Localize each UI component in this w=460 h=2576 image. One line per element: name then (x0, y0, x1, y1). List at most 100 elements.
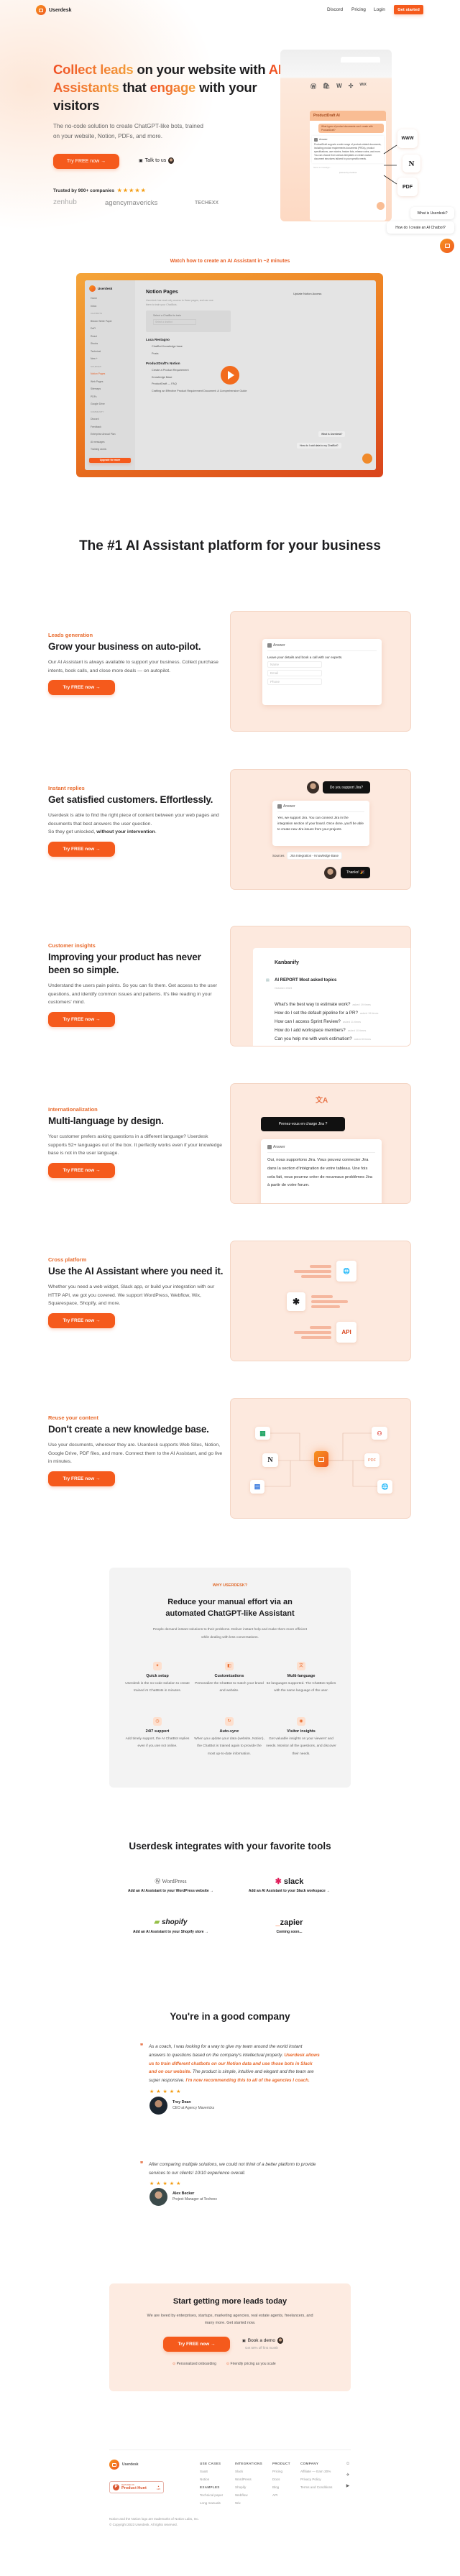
footer-link[interactable]: Pricing (272, 2467, 290, 2475)
try-free-button[interactable]: Try FREE now → (48, 680, 115, 695)
footer-link[interactable]: Docs (272, 2475, 290, 2483)
footer-link[interactable]: Slack (235, 2467, 262, 2475)
bot-icon (267, 643, 272, 648)
book-demo-link[interactable]: ▣ Book a demo (242, 2337, 284, 2344)
calendar-icon: ▣ (242, 2338, 246, 2343)
logo-techexx: TECHEXX (195, 201, 219, 206)
founder-avatar (277, 2337, 284, 2344)
source-chip[interactable]: Jira Integration - Knowledge Base (286, 852, 343, 860)
footer-link[interactable]: Webflow (235, 2491, 262, 2499)
video-sidebar-item: Sitemaps (91, 387, 101, 390)
www-source-icon: WWW (397, 129, 418, 148)
footer-column: INTEGRATIONS Slack WordPress Shopify Webflow… (235, 2460, 262, 2507)
body-text: Userdesk is able to find the right piece… (48, 813, 219, 827)
feature-desc: Add timely support, the AI ChatBot repli… (125, 1737, 190, 1749)
wix-icon: WiX (359, 83, 367, 87)
google-sheets-icon: ▦ (255, 1427, 270, 1440)
video-sidebar-item: Training words (91, 448, 107, 451)
demo-video[interactable]: Userdesk Home Inbox CHATBOTS Bitcoin White … (76, 273, 383, 477)
quote-icon: ❞ (140, 2161, 144, 2167)
youtube-icon[interactable]: ▶ (346, 2481, 350, 2493)
feature-item: ↻ Auto-sync When you update your data (web… (193, 1717, 265, 1758)
video-chat-launcher (362, 454, 372, 464)
cta-try-free-button[interactable]: Try FREE now → (163, 2337, 230, 2352)
clipboard-icon: ▤ (266, 978, 270, 983)
footer-link[interactable]: API (272, 2491, 290, 2499)
brand-logo[interactable]: Userdesk (36, 5, 72, 15)
wordpress-icon: Ⓦ (310, 83, 316, 90)
footer-heading: PRODUCT (272, 2462, 290, 2465)
bot-icon (267, 1145, 272, 1149)
pdf-icon: PDF (364, 1453, 380, 1467)
testimonial: ❞ After comparing multiple solutions, we… (140, 2161, 323, 2206)
integration-wordpress[interactable]: Ⓦ WordPress Add an AI Assistant to your … (115, 1877, 226, 1893)
topic-question: How can I access Sprint Review? (275, 1019, 341, 1024)
footer-link[interactable]: Technical paper (200, 2491, 223, 2499)
email-field[interactable]: Email (267, 670, 322, 676)
chat-launcher-button[interactable] (440, 239, 454, 253)
chat-icon (444, 244, 450, 248)
get-started-button[interactable]: Get started (394, 5, 423, 14)
insights-card: Kanbanify ▤ AI REPORT Most asked topics … (230, 926, 411, 1046)
check-circle-icon: ⊙ (172, 2362, 176, 2366)
try-free-button[interactable]: Try FREE now → (48, 1471, 115, 1486)
talk-to-us-link[interactable]: ▣ Talk to us (139, 157, 175, 164)
footer-legal: Notion and the Notion logo are trademark… (109, 2517, 199, 2526)
sparkles-icon: ✦ (153, 1662, 162, 1670)
footer-link[interactable]: Affiliate — Earn 30% (300, 2467, 332, 2475)
feature-desc: Get valuable insights on your viewers' a… (266, 1737, 336, 1756)
footer-brand[interactable]: Userdesk (109, 2460, 139, 2470)
topic-row: How do I set the default pipeline for a … (275, 1009, 378, 1018)
user-avatar (324, 867, 336, 879)
nav-login[interactable]: Login (374, 7, 385, 12)
message-input[interactable]: Send a message... (313, 166, 382, 169)
footer-link[interactable]: SaaS (200, 2467, 223, 2475)
userdesk-logo-icon (89, 285, 96, 292)
phone-field[interactable]: Phone (267, 678, 322, 685)
product-hunt-badge[interactable]: P FEATURED ON Product Hunt ▲ 125 (109, 2481, 164, 2493)
integration-slack[interactable]: ✱ slack Add an AI Assistant to your Slac… (234, 1877, 345, 1893)
topic-count: asked 19 times (352, 1003, 371, 1006)
topic-count: asked 10 times (347, 1029, 367, 1032)
lead-form: Answer Leave your details and book a cal… (262, 639, 382, 705)
body-text: So they get unlocked, (48, 829, 97, 834)
footer-link[interactable]: Wix (235, 2499, 262, 2507)
feature-item: 文 Multi-language 52 languages supported. T… (265, 1662, 337, 1696)
discord-icon[interactable]: ☺ (346, 2459, 350, 2470)
video-page-desc: Userdesk has read-only access to these p… (146, 299, 213, 306)
nav-pricing[interactable]: Pricing (351, 7, 366, 12)
suggestion-chip[interactable]: What is Userdesk? (410, 207, 454, 219)
pdf-source-icon: PDF (397, 178, 418, 196)
try-free-button[interactable]: Try FREE now → (48, 1162, 115, 1178)
footer-link[interactable]: Privacy Policy (300, 2475, 332, 2483)
suggestion-chip[interactable]: How do I create an AI Chatbot? (387, 221, 454, 234)
try-free-button[interactable]: Try FREE now → (53, 154, 119, 169)
nav-discord[interactable]: Discord (327, 7, 343, 12)
integration-shopify[interactable]: ▰ shopify Add an AI Assistant to your Sh… (115, 1918, 226, 1934)
body-text: Our AI Assistant is always available to … (48, 660, 218, 673)
try-free-button[interactable]: Try FREE now → (48, 841, 115, 857)
footer-link[interactable]: Shopify (235, 2483, 262, 2491)
body-text: Your customer prefers asking questions i… (48, 1134, 222, 1156)
feature-title: Multi-language (287, 1674, 316, 1678)
slack-logo: ✱ slack (275, 1877, 304, 1886)
footer-link[interactable]: WordPress (235, 2475, 262, 2483)
topic-row: What's the best way to estimate work? ask… (275, 1000, 378, 1009)
feature-desc: Personalize the ChatBot to match your br… (195, 1682, 264, 1693)
footer-link[interactable]: Blog (272, 2483, 290, 2491)
name-field[interactable]: Name (267, 661, 322, 668)
upgrade-button: Upgrade for more (89, 457, 131, 463)
twitter-icon[interactable]: ✈ (346, 2470, 350, 2482)
userdesk-logo-icon (36, 5, 46, 15)
section-title: Use the AI Assistant where you need it. (48, 1266, 224, 1276)
try-free-button[interactable]: Try FREE now → (48, 1011, 115, 1027)
footer-link[interactable]: Long manuals (200, 2499, 223, 2507)
bot-answer: Answer Yes, we support Jira. You can con… (272, 801, 369, 846)
footer-link[interactable]: Terms and Conditions (300, 2483, 332, 2491)
footer-link[interactable]: Notion (200, 2475, 223, 2483)
play-button[interactable] (221, 366, 239, 385)
try-free-button[interactable]: Try FREE now → (48, 1312, 115, 1328)
video-chip: How do I add data to my ChatBot? (297, 443, 341, 448)
bot-icon (314, 138, 318, 142)
feature-item: ◉ Visitor insights Get valuable insights o… (265, 1717, 337, 1758)
